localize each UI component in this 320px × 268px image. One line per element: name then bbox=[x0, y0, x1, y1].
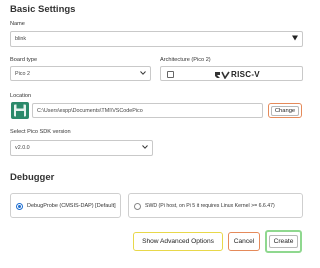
name-label: Name bbox=[10, 21, 25, 27]
cancel-label: Cancel bbox=[233, 238, 255, 245]
location-label: Location bbox=[10, 93, 32, 99]
sdk-version-select[interactable]: v2.0.0 bbox=[10, 140, 153, 156]
board-type-label: Board type bbox=[10, 57, 38, 63]
location-path-input[interactable]: C:\Users\espp\Documents\TMI\VSCodePico bbox=[32, 103, 263, 118]
show-advanced-options-label: Show Advanced Options bbox=[142, 238, 214, 245]
architecture-option[interactable]: RISC-V bbox=[160, 66, 303, 81]
change-button-label: Change bbox=[270, 105, 300, 116]
sdk-version-label: Select Pico SDK version bbox=[10, 129, 71, 135]
chevron-down-icon bbox=[140, 70, 146, 77]
cancel-button[interactable]: Cancel bbox=[228, 232, 260, 251]
swd-radio[interactable] bbox=[134, 203, 141, 210]
swd-option[interactable]: SWD (Pi host, on Pi 5 it requires Linux … bbox=[128, 193, 303, 218]
location-path-value: C:\Users\espp\Documents\TMI\VSCodePico bbox=[37, 107, 143, 114]
swd-label: SWD (Pi host, on Pi 5 it requires Linux … bbox=[145, 203, 275, 209]
name-value: blink bbox=[15, 36, 27, 42]
debugprobe-option[interactable]: DebugProbe (CMSIS-DAP) [Default] bbox=[10, 193, 121, 218]
architecture-label: Architecture (Pico 2) bbox=[160, 57, 211, 63]
chevron-down-icon bbox=[142, 145, 148, 151]
save-icon[interactable] bbox=[11, 102, 29, 119]
debugprobe-radio[interactable] bbox=[16, 203, 23, 210]
show-advanced-options-button[interactable]: Show Advanced Options bbox=[133, 232, 223, 251]
board-type-value: Pico 2 bbox=[15, 70, 30, 77]
radio-dot bbox=[18, 205, 21, 208]
debugprobe-label: DebugProbe (CMSIS-DAP) [Default] bbox=[27, 203, 116, 209]
riscv-checkbox[interactable] bbox=[167, 71, 174, 78]
name-dropdown[interactable]: blink bbox=[10, 31, 303, 47]
create-button[interactable]: Create bbox=[265, 230, 302, 253]
change-button[interactable]: Change bbox=[268, 103, 302, 118]
create-label: Create bbox=[268, 235, 299, 248]
basic-settings-heading: Basic Settings bbox=[10, 4, 76, 15]
riscv-logo-text: RISC-V bbox=[231, 70, 260, 79]
sdk-version-value: v2.0.0 bbox=[15, 145, 30, 151]
caret-down-icon bbox=[292, 35, 298, 43]
board-type-select[interactable]: Pico 2 bbox=[10, 66, 151, 81]
debugger-heading: Debugger bbox=[10, 172, 55, 183]
riscv-logo-icon: RISC-V bbox=[214, 70, 260, 79]
